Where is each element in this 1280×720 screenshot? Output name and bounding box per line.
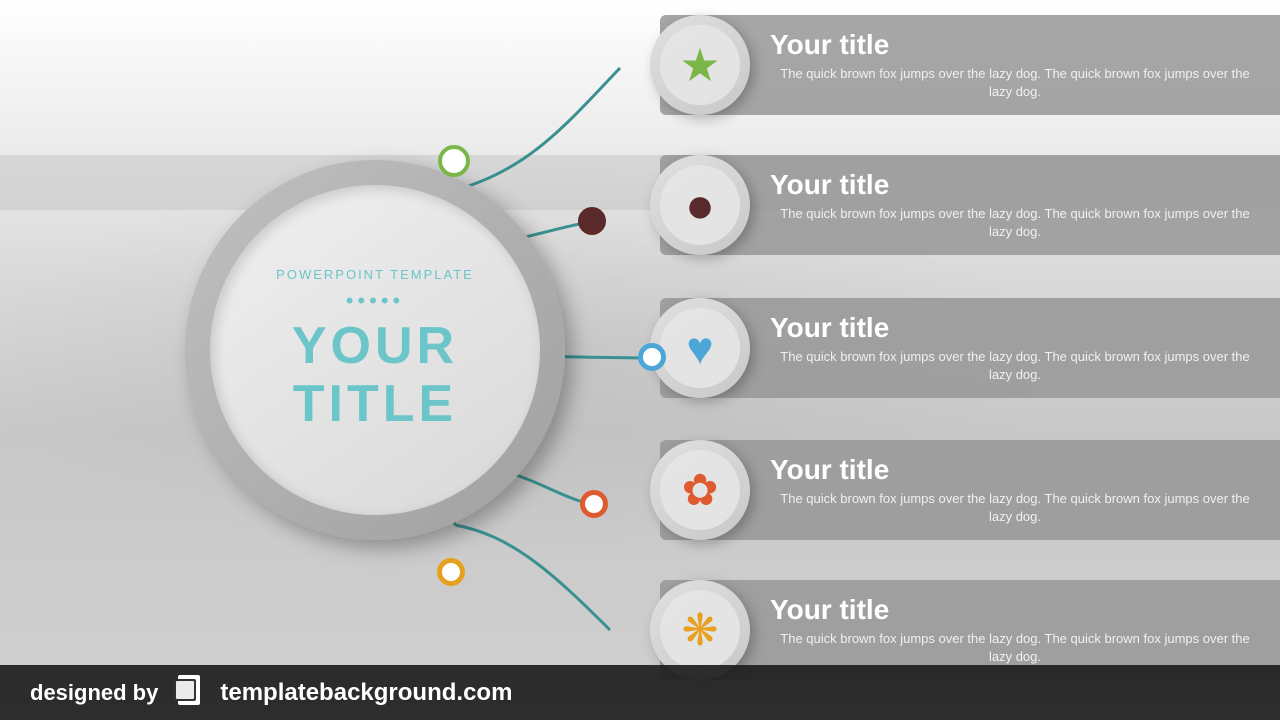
heart-icon: ♥ [686,321,713,375]
center-circle: POWERPOINT TEMPLATE ••••• YOUR TITLE [185,160,565,540]
item-text-4: Your title The quick brown fox jumps ove… [750,454,1280,526]
item-title-3: Your title [770,312,1260,344]
item-title-2: Your title [770,169,1260,201]
sun-icon: ✿ [682,465,719,516]
item-text-1: Your title The quick brown fox jumps ove… [750,29,1280,101]
item-icon-circle-1: ★ [650,15,750,115]
item-bar-4: ✿ Your title The quick brown fox jumps o… [660,440,1280,540]
circle-icon: ● [685,176,715,234]
office-icon [170,671,208,714]
item-text-5: Your title The quick brown fox jumps ove… [750,594,1280,666]
items-container: ★ Your title The quick brown fox jumps o… [580,0,1280,720]
item-bar-3: ♥ Your title The quick brown fox jumps o… [660,298,1280,398]
item-icon-circle-3: ♥ [650,298,750,398]
node-1 [438,145,470,177]
item-icon-inner-3: ♥ [660,308,740,388]
item-row-4: ✿ Your title The quick brown fox jumps o… [660,425,1280,555]
item-icon-inner-5: ❋ [660,590,740,670]
item-title-1: Your title [770,29,1260,61]
blob-icon: ❋ [682,605,719,656]
item-icon-inner-2: ● [660,165,740,245]
node-5 [437,558,465,586]
item-row-1: ★ Your title The quick brown fox jumps o… [660,0,1280,130]
item-desc-2: The quick brown fox jumps over the lazy … [770,205,1260,241]
item-bar-2: ● Your title The quick brown fox jumps o… [660,155,1280,255]
item-bar-1: ★ Your title The quick brown fox jumps o… [660,15,1280,115]
footer-url: templatebackground.com [220,679,512,707]
item-desc-5: The quick brown fox jumps over the lazy … [770,630,1260,666]
designed-by-text: designed by [30,680,158,706]
node-2 [578,207,606,235]
footer-bar: designed by templatebackground.com [0,665,1280,720]
item-icon-inner-1: ★ [660,25,740,105]
item-title-4: Your title [770,454,1260,486]
item-row-2: ● Your title The quick brown fox jumps o… [660,140,1280,270]
circle-dots: ••••• [346,288,405,314]
item-icon-circle-4: ✿ [650,440,750,540]
node-3 [638,343,666,371]
item-text-3: Your title The quick brown fox jumps ove… [750,312,1280,384]
item-desc-4: The quick brown fox jumps over the lazy … [770,490,1260,526]
item-icon-circle-2: ● [650,155,750,255]
item-icon-inner-4: ✿ [660,450,740,530]
item-text-2: Your title The quick brown fox jumps ove… [750,169,1280,241]
circle-subtitle: POWERPOINT TEMPLATE [276,267,474,282]
item-row-3: ♥ Your title The quick brown fox jumps o… [660,283,1280,413]
item-desc-3: The quick brown fox jumps over the lazy … [770,348,1260,384]
star-icon: ★ [679,38,720,92]
center-circle-inner: POWERPOINT TEMPLATE ••••• YOUR TITLE [210,185,540,515]
item-desc-1: The quick brown fox jumps over the lazy … [770,65,1260,101]
item-title-5: Your title [770,594,1260,626]
circle-title: YOUR TITLE [292,318,458,432]
node-4 [580,490,608,518]
